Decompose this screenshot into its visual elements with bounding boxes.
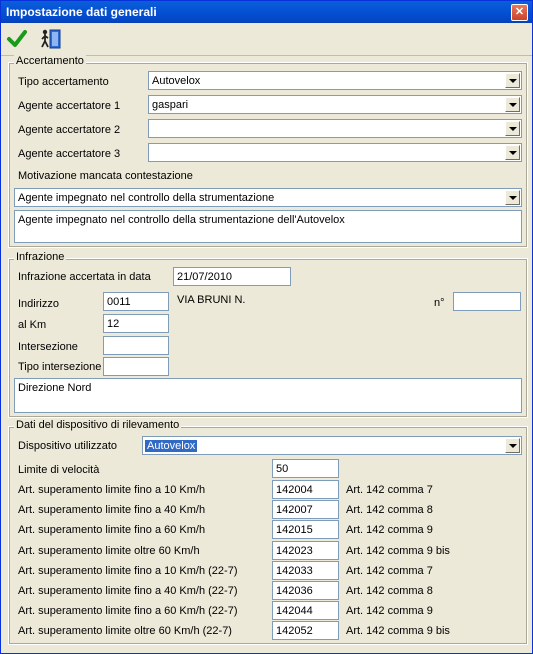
tipo-intersezione-field[interactable] (103, 357, 169, 376)
articolo-desc: Art. 142 comma 9 bis (346, 545, 450, 557)
limite-value: 50 (276, 463, 289, 475)
tipo-accertamento-label: Tipo accertamento (18, 76, 109, 88)
km-label: al Km (18, 319, 47, 331)
articolo-code-field[interactable]: 142033 (272, 561, 339, 580)
chevron-down-icon[interactable] (505, 73, 520, 88)
motivazione-text-area[interactable]: Agente impegnato nel controllo della str… (14, 210, 522, 243)
chevron-down-icon[interactable] (505, 121, 520, 136)
km-field[interactable]: 12 (103, 314, 169, 333)
articolo-desc: Art. 142 comma 9 (346, 605, 433, 617)
articolo-label: Art. superamento limite fino a 60 Km/h (… (18, 605, 238, 617)
limite-label: Limite di velocità (18, 464, 100, 476)
data-field[interactable]: 21/07/2010 (173, 267, 291, 286)
articolo-code: 142052 (276, 625, 313, 637)
agente2-label: Agente accertatore 2 (18, 124, 121, 136)
exit-door-icon (41, 29, 61, 49)
articolo-code: 142033 (276, 565, 313, 577)
articolo-code-field[interactable]: 142023 (272, 541, 339, 560)
motivazione-text: Agente impegnato nel controllo della str… (18, 214, 345, 226)
window-title: Impostazione dati generali (6, 5, 157, 19)
limite-field[interactable]: 50 (272, 459, 339, 478)
indirizzo-label: Indirizzo (18, 298, 59, 310)
indirizzo-code-field[interactable]: 0011 (103, 292, 169, 311)
articolo-code-field[interactable]: 142015 (272, 520, 339, 539)
agente3-label: Agente accertatore 3 (18, 148, 121, 160)
toolbar (1, 23, 532, 56)
motivazione-select[interactable]: Agente impegnato nel controllo della str… (14, 188, 522, 207)
articolo-desc: Art. 142 comma 9 (346, 524, 433, 536)
dispositivo-value: Autovelox (145, 440, 198, 452)
articolo-code-field[interactable]: 142004 (272, 480, 339, 499)
articolo-desc: Art. 142 comma 7 (346, 484, 433, 496)
agente1-label: Agente accertatore 1 (18, 100, 121, 112)
data-label: Infrazione accertata in data (18, 271, 151, 283)
checkmark-icon (7, 30, 27, 47)
articolo-code-field[interactable]: 142044 (272, 601, 339, 620)
dialog-window: Impostazione dati generali ✕ Accertament… (0, 0, 533, 654)
infrazione-legend: Infrazione (14, 251, 67, 263)
articolo-desc: Art. 142 comma 9 bis (346, 625, 450, 637)
dispositivo-label: Dispositivo utilizzato (18, 440, 118, 452)
note-text-area[interactable]: Direzione Nord (14, 378, 522, 413)
civico-label: n° (434, 297, 445, 309)
dispositivo-select[interactable]: Autovelox (142, 436, 522, 455)
articolo-code-field[interactable]: 142007 (272, 500, 339, 519)
km-value: 12 (107, 318, 120, 330)
agente1-value: gaspari (152, 99, 189, 111)
articolo-label: Art. superamento limite fino a 40 Km/h (18, 504, 206, 516)
articolo-code: 142004 (276, 484, 313, 496)
intersezione-label: Intersezione (18, 341, 78, 353)
intersezione-field[interactable] (103, 336, 169, 355)
articolo-label: Art. superamento limite fino a 10 Km/h (… (18, 565, 238, 577)
motivazione-value: Agente impegnato nel controllo della str… (18, 192, 275, 204)
tipo-accertamento-select[interactable]: Autovelox (148, 71, 522, 90)
agente3-select[interactable] (148, 143, 522, 162)
note-text: Direzione Nord (18, 382, 92, 394)
articolo-desc: Art. 142 comma 8 (346, 504, 433, 516)
articolo-code: 142007 (276, 504, 313, 516)
articolo-code-field[interactable]: 142052 (272, 621, 339, 640)
data-value: 21/07/2010 (177, 271, 233, 283)
articolo-desc: Art. 142 comma 8 (346, 585, 433, 597)
chevron-down-icon[interactable] (505, 97, 520, 112)
confirm-button[interactable] (5, 27, 29, 51)
tipo-intersezione-label: Tipo intersezione (18, 361, 102, 373)
agente1-select[interactable]: gaspari (148, 95, 522, 114)
close-button[interactable]: ✕ (511, 4, 528, 21)
title-bar[interactable]: Impostazione dati generali ✕ (1, 1, 532, 23)
indirizzo-name: VIA BRUNI N. (177, 294, 246, 306)
tipo-accertamento-value: Autovelox (152, 75, 201, 87)
agente2-select[interactable] (148, 119, 522, 138)
articolo-desc: Art. 142 comma 7 (346, 565, 433, 577)
accertamento-legend: Accertamento (14, 55, 86, 67)
articolo-code: 142023 (276, 545, 313, 557)
exit-button[interactable] (39, 27, 63, 51)
articolo-code-field[interactable]: 142036 (272, 581, 339, 600)
articolo-label: Art. superamento limite oltre 60 Km/h (18, 545, 200, 557)
articolo-label: Art. superamento limite fino a 10 Km/h (18, 484, 206, 496)
articolo-label: Art. superamento limite fino a 40 Km/h (… (18, 585, 238, 597)
civico-field[interactable] (453, 292, 521, 311)
chevron-down-icon[interactable] (505, 438, 520, 453)
chevron-down-icon[interactable] (505, 190, 520, 205)
articolo-code: 142015 (276, 524, 313, 536)
articolo-code: 142044 (276, 605, 313, 617)
motivazione-label: Motivazione mancata contestazione (18, 170, 193, 182)
articolo-label: Art. superamento limite fino a 60 Km/h (18, 524, 206, 536)
chevron-down-icon[interactable] (505, 145, 520, 160)
articolo-label: Art. superamento limite oltre 60 Km/h (2… (18, 625, 232, 637)
indirizzo-code-value: 0011 (107, 296, 131, 308)
articolo-code: 142036 (276, 585, 313, 597)
dispositivo-legend: Dati del dispositivo di rilevamento (14, 419, 182, 431)
